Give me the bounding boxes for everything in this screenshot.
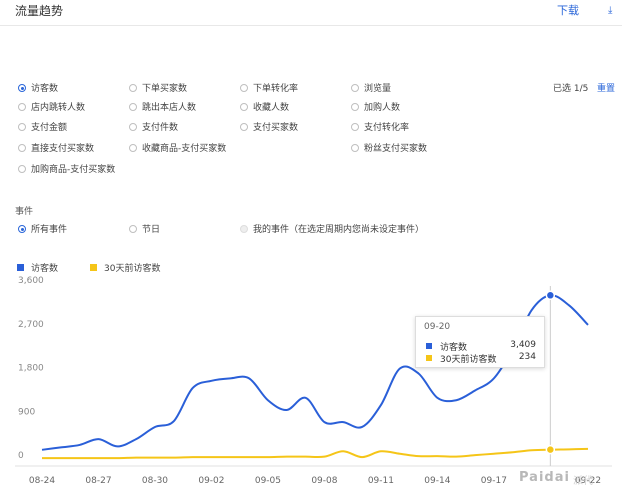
y-tick-label: 1,800 (18, 364, 44, 374)
download-button[interactable]: 下载 (557, 2, 579, 18)
y-tick-label: 0 (18, 451, 24, 461)
metric-radio[interactable] (18, 84, 26, 92)
y-tick-label: 900 (18, 407, 35, 417)
x-tick-label: 09-14 (424, 476, 450, 486)
watermark-logo: Paidai (519, 470, 570, 485)
metric-label: 收藏商品-支付买家数 (142, 144, 227, 154)
metric-label: 访客数 (31, 84, 59, 94)
metric-label: 加购商品-支付买家数 (31, 165, 116, 175)
page-title: 流量趋势 (15, 4, 64, 18)
metric-radio[interactable] (351, 103, 359, 111)
tooltip-label-prev30: 30天前访客数 (440, 355, 497, 365)
x-tick-label: 09-02 (198, 476, 224, 486)
traffic-trend-chart: 0 900 1,800 2,700 3,600 08-24 08-27 08-30 09-02 0… (15, 276, 612, 486)
x-tick-label: 09-17 (481, 476, 507, 486)
y-tick-label: 2,700 (18, 320, 44, 330)
metric-radio[interactable] (129, 123, 137, 131)
metric-label: 支付金额 (31, 123, 68, 133)
metric-label: 支付件数 (142, 123, 179, 133)
hover-point (545, 290, 556, 301)
x-tick-label: 09-05 (255, 476, 281, 486)
metric-radio[interactable] (351, 144, 359, 152)
x-tick-label: 08-30 (142, 476, 168, 486)
event-radio[interactable] (18, 225, 26, 233)
selected-count: 已选 1/5 (553, 84, 589, 94)
event-label: 节日 (142, 225, 161, 235)
metric-label: 粉丝支付买家数 (364, 144, 428, 154)
event-label: 我的事件（在选定周期内您尚未设定事件） (253, 225, 425, 235)
metric-radio[interactable] (240, 103, 248, 111)
event-radio (240, 225, 248, 233)
x-tick-label: 08-24 (29, 476, 55, 486)
x-tick-label: 08-27 (85, 476, 111, 486)
tooltip-swatch-visitors (426, 343, 432, 349)
metric-label: 直接支付买家数 (31, 144, 95, 154)
reset-button[interactable]: 重置 (597, 81, 615, 94)
x-tick-label: 09-08 (311, 476, 337, 486)
y-tick-label: 3,600 (18, 276, 44, 286)
metric-label: 下单转化率 (253, 84, 299, 94)
metric-radio[interactable] (240, 123, 248, 131)
metric-label: 支付买家数 (253, 123, 299, 133)
download-icon[interactable]: ⤓ (608, 5, 612, 16)
legend-swatch-visitors (17, 264, 24, 271)
metric-label: 店内跳转人数 (31, 103, 86, 113)
metric-label: 收藏人数 (253, 103, 290, 113)
metric-radio[interactable] (129, 84, 137, 92)
x-tick-label: 09-11 (368, 476, 394, 486)
chart-tooltip: 09-20 访客数 3,409 30天前访客数 234 (415, 316, 545, 368)
metric-radio[interactable] (18, 103, 26, 111)
metric-radio[interactable] (18, 165, 26, 173)
series-line (41, 447, 589, 460)
events-section-label: 事件 (15, 207, 34, 217)
metric-radio[interactable] (18, 123, 26, 131)
tooltip-date: 09-20 (424, 322, 451, 332)
legend-swatch-prev30 (90, 264, 97, 271)
metric-radio[interactable] (351, 84, 359, 92)
legend-label-prev30[interactable]: 30天前访客数 (104, 261, 160, 274)
metric-radio[interactable] (351, 123, 359, 131)
metric-label: 下单买家数 (142, 84, 188, 94)
metric-radio[interactable] (129, 103, 137, 111)
tooltip-value-prev30: 234 (518, 352, 536, 362)
metric-radio[interactable] (18, 144, 26, 152)
metric-radio[interactable] (240, 84, 248, 92)
legend-label-visitors[interactable]: 访客数 (31, 261, 58, 274)
tooltip-value-visitors: 3,409 (510, 340, 536, 350)
metric-radio[interactable] (129, 144, 137, 152)
watermark-sub: 派代 (573, 476, 593, 487)
metric-label: 浏览量 (364, 84, 392, 94)
event-radio[interactable] (129, 225, 137, 233)
event-label: 所有事件 (31, 225, 68, 235)
hover-point (545, 444, 556, 455)
metric-label: 加购人数 (364, 103, 401, 113)
tooltip-swatch-prev30 (426, 355, 432, 361)
header-divider (0, 25, 622, 26)
metric-label: 跳出本店人数 (142, 103, 197, 113)
metric-label: 支付转化率 (364, 123, 410, 133)
